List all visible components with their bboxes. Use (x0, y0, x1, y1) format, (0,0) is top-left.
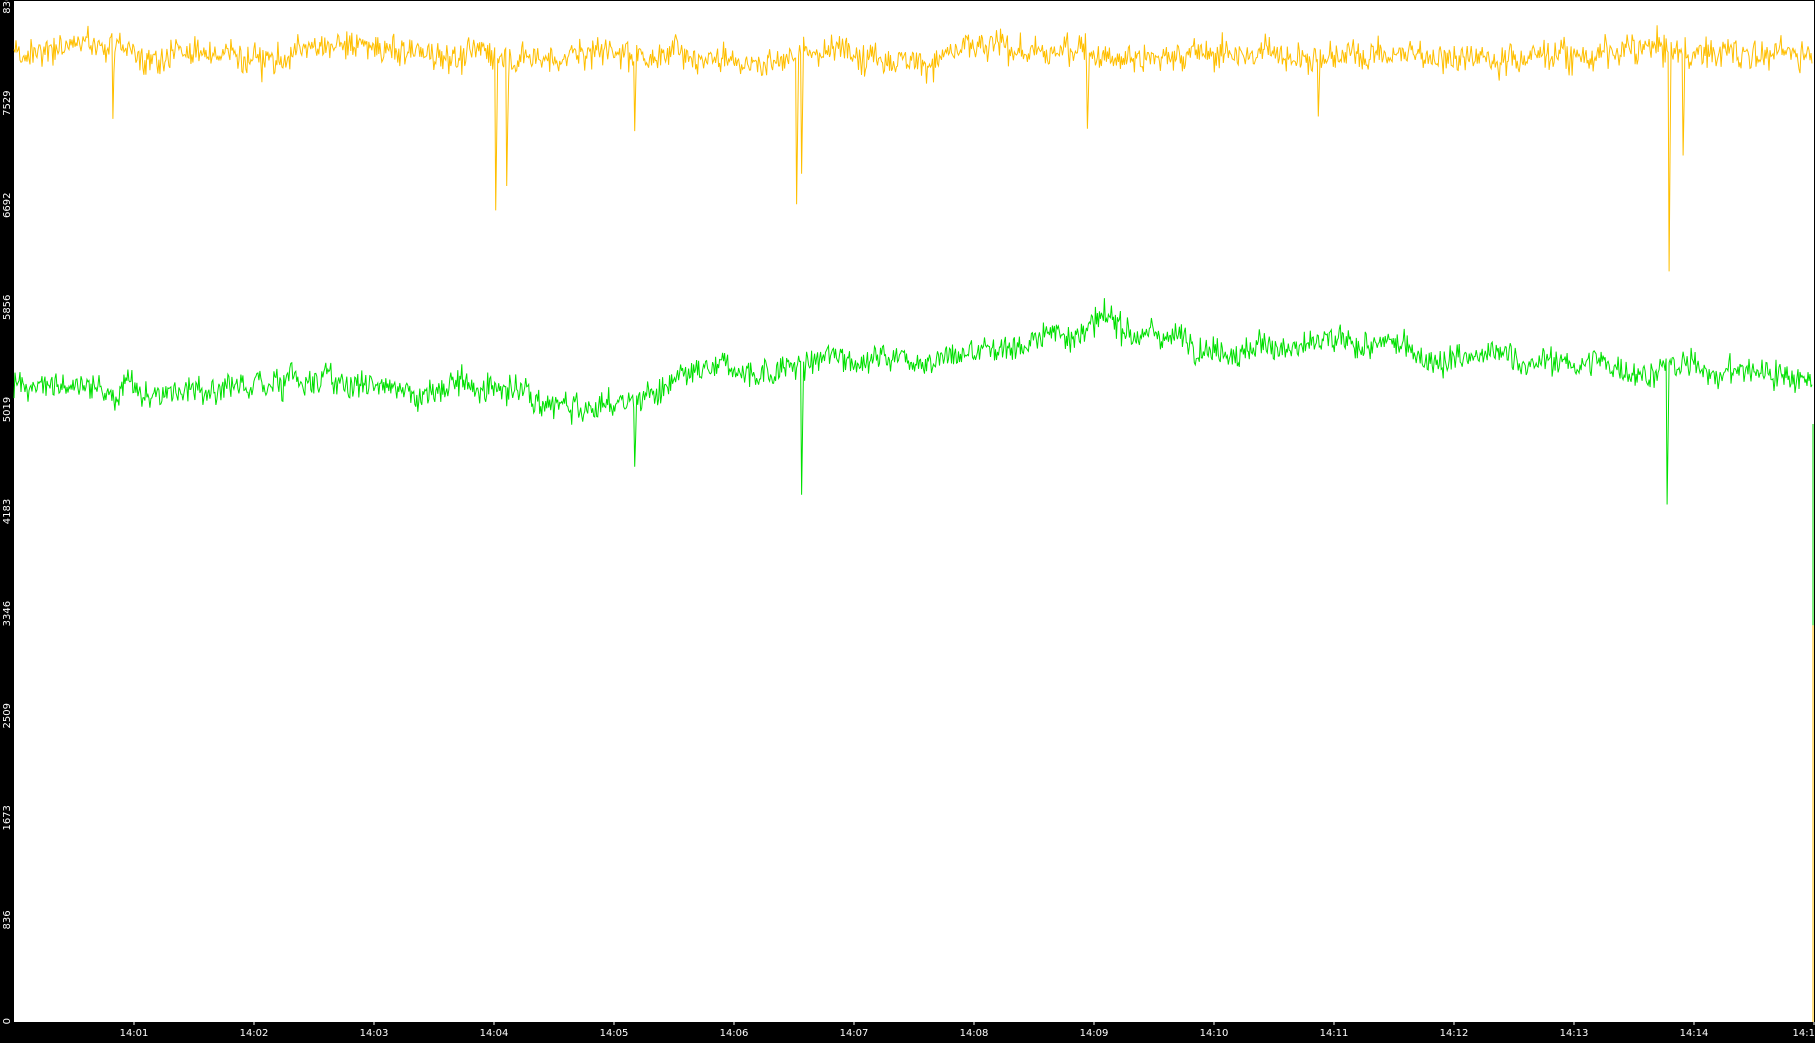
line-chart: 0 836 1673 2509 3346 4183 5019 5856 6692 7529 8366… (0, 0, 1815, 1039)
y-tick-label: 8366 (2, 0, 13, 14)
y-tick-label: 5019 (2, 397, 13, 422)
x-tick-label: 14:02 (240, 1028, 269, 1039)
y-tick-label: 3346 (2, 601, 13, 626)
y-tick-label: 7529 (2, 90, 13, 115)
x-tick-label: 14:08 (960, 1028, 989, 1039)
y-tick-label: 1673 (2, 805, 13, 830)
x-tick-label: 14:05 (600, 1028, 629, 1039)
x-tick-label: 14:07 (840, 1028, 869, 1039)
x-tick-label: 14:10 (1200, 1028, 1229, 1039)
x-tick-label: 14:13 (1560, 1028, 1589, 1039)
x-tick-label: 14:09 (1080, 1028, 1109, 1039)
y-tick-label: 0 (2, 1018, 13, 1024)
chart-svg: 0 836 1673 2509 3346 4183 5019 5856 6692 7529 8366… (2, 0, 1815, 1039)
y-axis: 0 836 1673 2509 3346 4183 5019 5856 6692 7529 8366 (2, 0, 13, 1024)
x-tick-label: 14:1 (1793, 1028, 1815, 1039)
y-tick-label: 2509 (2, 703, 13, 728)
x-tick-label: 14:12 (1440, 1028, 1469, 1039)
y-tick-label: 5856 (2, 295, 13, 320)
x-tick-label: 14:04 (480, 1028, 509, 1039)
plot-background (14, 1, 1814, 1022)
y-tick-label: 4183 (2, 499, 13, 524)
x-tick-label: 14:06 (720, 1028, 749, 1039)
x-tick-label: 14:03 (360, 1028, 389, 1039)
x-tick-label: 14:14 (1680, 1028, 1709, 1039)
x-tick-label: 14:01 (120, 1028, 149, 1039)
x-tick-label: 14:11 (1320, 1028, 1349, 1039)
y-tick-label: 6692 (2, 193, 13, 218)
x-axis: 14:01 14:02 14:03 14:04 14:05 14:06 14:07 14:08… (120, 1022, 1815, 1039)
y-tick-label: 836 (2, 910, 13, 929)
